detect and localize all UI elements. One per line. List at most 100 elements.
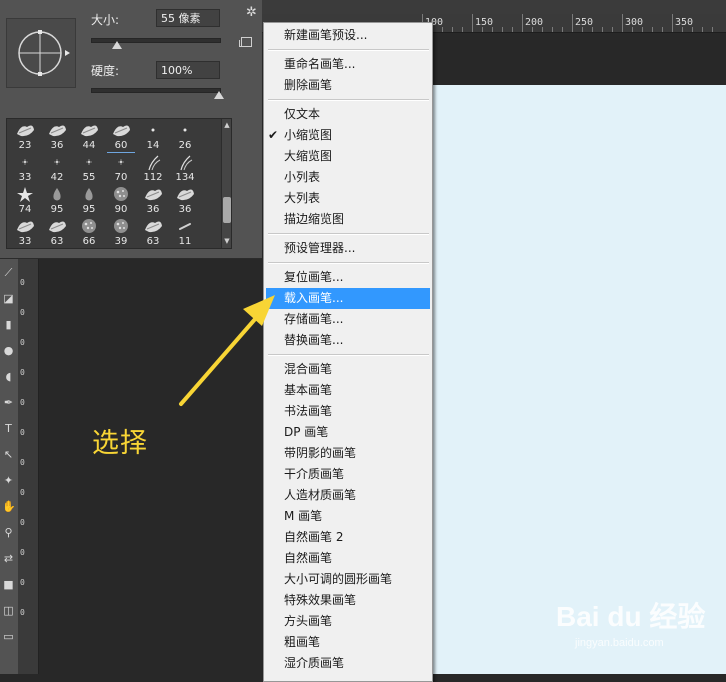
brush-size-label: 134 xyxy=(175,172,195,183)
menu-item[interactable]: 仅文本 xyxy=(264,104,432,125)
menu-item[interactable]: 替换画笔... xyxy=(264,330,432,351)
ruler-tick-label: 0 xyxy=(20,398,25,407)
ruler-minor-tick xyxy=(482,27,483,32)
pen-tool-icon[interactable]: ✒ xyxy=(2,396,15,409)
menu-item[interactable]: 干介质画笔 xyxy=(264,464,432,485)
gradient-icon[interactable]: ▮ xyxy=(2,318,15,331)
menu-item[interactable]: 自然画笔 2 xyxy=(264,527,432,548)
brush-preset-item[interactable]: 134 xyxy=(169,152,201,184)
brush-preset-item[interactable]: 23 xyxy=(9,120,41,152)
menu-item[interactable]: 方头画笔 xyxy=(264,611,432,632)
menu-item[interactable]: 大小可调的圆形画笔 xyxy=(264,569,432,590)
brush-preset-picker: 大小: 55 像素 硬度: 100% ✲ 23 36 44 60 14 26 33 42 55 7… xyxy=(0,0,262,259)
eraser-icon[interactable]: ◪ xyxy=(2,292,15,305)
menu-item-label: 自然画笔 2 xyxy=(284,530,344,544)
menu-item[interactable]: 粗画笔 xyxy=(264,632,432,653)
menu-item[interactable]: 预设管理器... xyxy=(264,238,432,259)
menu-item[interactable]: ✔ 小缩览图 xyxy=(264,125,432,146)
pen-icon[interactable]: ⟋ xyxy=(2,266,15,279)
hardness-slider-thumb[interactable] xyxy=(214,91,224,99)
brush-preset-item[interactable]: 44 xyxy=(73,120,105,152)
brush-preset-item[interactable]: 36 xyxy=(137,184,169,216)
brush-preset-item[interactable]: 14 xyxy=(137,120,169,152)
size-input[interactable]: 55 像素 xyxy=(156,9,220,27)
ruler-tick-label: 0 xyxy=(20,518,25,527)
scroll-down-icon[interactable]: ▼ xyxy=(223,237,231,245)
menu-item[interactable]: 载入画笔... xyxy=(266,288,430,309)
menu-item[interactable]: 小列表 xyxy=(264,167,432,188)
scrollbar-thumb[interactable] xyxy=(223,197,231,223)
path-select-icon[interactable]: ↖ xyxy=(2,448,15,461)
menu-item[interactable]: 描边缩览图 xyxy=(264,209,432,230)
brush-preset-item[interactable]: 63 xyxy=(137,216,169,248)
menu-item-label: M 画笔 xyxy=(284,509,323,523)
brush-preset-item[interactable]: 66 xyxy=(73,216,105,248)
menu-item[interactable]: M 画笔 xyxy=(264,506,432,527)
brush-size-label: 36 xyxy=(146,204,160,215)
document-canvas[interactable] xyxy=(430,85,726,674)
menu-item[interactable]: 人造材质画笔 xyxy=(264,485,432,506)
vertical-ruler: 0 0 0 0 0 0 0 0 0 0 0 0 xyxy=(18,258,39,674)
brush-preset-item[interactable]: 95 xyxy=(41,184,73,216)
menu-item[interactable]: 书法画笔 xyxy=(264,401,432,422)
ruler-minor-tick xyxy=(532,27,533,32)
zoom-icon[interactable]: ⚲ xyxy=(2,526,15,539)
shape-icon[interactable]: ✦ xyxy=(2,474,15,487)
brush-preset-item[interactable]: 70 xyxy=(105,152,137,184)
menu-item[interactable]: 带阴影的画笔 xyxy=(264,443,432,464)
menu-item[interactable]: 存储画笔... xyxy=(264,309,432,330)
hardness-slider-track[interactable] xyxy=(91,88,221,93)
size-slider-thumb[interactable] xyxy=(111,41,122,49)
dodge-icon[interactable]: ◖ xyxy=(2,370,15,383)
menu-item[interactable]: 复位画笔... xyxy=(264,267,432,288)
ruler-tick-label: 0 xyxy=(20,308,25,317)
menu-item[interactable]: 新建画笔预设... xyxy=(264,25,432,46)
brush-preset-item[interactable]: 95 xyxy=(73,184,105,216)
hardness-input[interactable]: 100% xyxy=(156,61,220,79)
quick-mask-icon[interactable]: ◫ xyxy=(2,604,15,617)
brush-preset-item[interactable]: 42 xyxy=(41,152,73,184)
brush-preset-item[interactable]: 36 xyxy=(169,184,201,216)
size-slider-track[interactable] xyxy=(91,38,221,43)
star-small-brush-icon xyxy=(86,159,92,165)
grid-scrollbar[interactable]: ▲ ▼ xyxy=(221,119,231,248)
menu-item[interactable]: 重命名画笔... xyxy=(264,54,432,75)
brush-preset-item[interactable]: 33 xyxy=(9,216,41,248)
brush-angle-preview[interactable] xyxy=(6,18,76,88)
brush-preset-item[interactable]: 74 xyxy=(9,184,41,216)
gear-icon[interactable]: ✲ xyxy=(246,6,260,20)
brush-preset-item[interactable]: 55 xyxy=(73,152,105,184)
brush-preset-item[interactable]: 36 xyxy=(41,120,73,152)
ruler-minor-tick xyxy=(512,27,513,32)
screen-mode-icon[interactable]: ▭ xyxy=(2,630,15,643)
menu-item[interactable]: 湿介质画笔 xyxy=(264,653,432,674)
brush-preset-item[interactable]: 11 xyxy=(169,216,201,248)
menu-item[interactable]: 自然画笔 xyxy=(264,548,432,569)
brush-preset-item[interactable]: 60 xyxy=(105,120,137,153)
scroll-up-icon[interactable]: ▲ xyxy=(223,121,231,129)
brush-preset-item[interactable]: 33 xyxy=(9,152,41,184)
swap-colors-icon[interactable]: ⇄ xyxy=(2,552,15,565)
menu-item[interactable]: 基本画笔 xyxy=(264,380,432,401)
brush-preset-item[interactable]: 39 xyxy=(105,216,137,248)
menu-item[interactable]: 大缩览图 xyxy=(264,146,432,167)
brush-size-label: 26 xyxy=(178,140,192,151)
menu-item[interactable]: 混合画笔 xyxy=(264,359,432,380)
type-icon[interactable]: T xyxy=(2,422,15,435)
menu-item[interactable]: 大列表 xyxy=(264,188,432,209)
hand-icon[interactable]: ✋ xyxy=(2,500,16,513)
new-preset-icon[interactable] xyxy=(239,37,252,47)
blur-icon[interactable]: ● xyxy=(2,344,15,357)
menu-item-label: 大列表 xyxy=(284,191,321,205)
brush-preset-item[interactable]: 63 xyxy=(41,216,73,248)
menu-item[interactable]: 删除画笔 xyxy=(264,75,432,96)
brush-size-label: 33 xyxy=(18,172,32,183)
brush-preset-item[interactable]: 90 xyxy=(105,184,137,216)
menu-item[interactable]: DP 画笔 xyxy=(264,422,432,443)
brush-preset-item[interactable]: 112 xyxy=(137,152,169,184)
brush-preset-item[interactable]: 26 xyxy=(169,120,201,152)
menu-item-label: 替换画笔... xyxy=(284,333,344,347)
menu-item-label: 带阴影的画笔 xyxy=(284,446,357,460)
foreground-color-icon[interactable]: ■ xyxy=(2,578,15,591)
menu-item[interactable]: 特殊效果画笔 xyxy=(264,590,432,611)
